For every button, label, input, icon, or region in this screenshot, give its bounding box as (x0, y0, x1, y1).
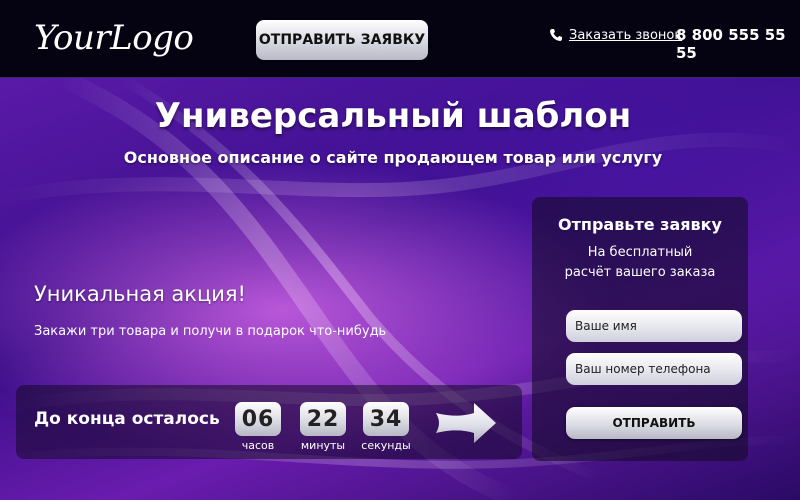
request-form-card: Отправьте заявку На бесплатный расчёт ва… (532, 197, 748, 461)
countdown-seconds-label: секунды (361, 439, 411, 452)
form-description: На бесплатный расчёт вашего заказа (532, 243, 748, 283)
countdown-minutes-label: минуты (300, 439, 346, 452)
order-call-link[interactable]: Заказать звонок (569, 28, 682, 43)
countdown-timer: До конца осталось 06 часов 22 минуты 34 … (16, 385, 522, 459)
form-description-line-2: расчёт вашего заказа (564, 265, 716, 280)
send-request-button[interactable]: ОТПРАВИТЬ ЗАЯВКУ (256, 20, 428, 60)
phone-number[interactable]: 8 800 555 55 55 (676, 26, 800, 62)
form-description-line-1: На бесплатный (587, 245, 693, 260)
promo-title: Уникальная акция! (34, 282, 246, 306)
site-header: YourLogo ОТПРАВИТЬ ЗАЯВКУ Заказать звоно… (0, 0, 800, 78)
arrow-right-icon (436, 403, 496, 443)
promo-text: Закажи три товара и получи в подарок что… (34, 324, 387, 339)
page-title: Универсальный шаблон (154, 96, 632, 136)
submit-button[interactable]: ОТПРАВИТЬ (566, 407, 742, 439)
countdown-seconds: 34 (363, 402, 409, 436)
phone-input[interactable] (566, 353, 742, 385)
site-logo[interactable]: YourLogo (34, 18, 194, 58)
page-subtitle: Основное описание о сайте продающем това… (123, 148, 663, 167)
countdown-minutes: 22 (300, 402, 346, 436)
name-input[interactable] (566, 310, 742, 342)
phone-icon (550, 29, 562, 41)
countdown-hours: 06 (235, 402, 281, 436)
countdown-hours-label: часов (241, 439, 275, 452)
countdown-label: До конца осталось (34, 409, 220, 429)
form-title: Отправьте заявку (558, 215, 722, 234)
